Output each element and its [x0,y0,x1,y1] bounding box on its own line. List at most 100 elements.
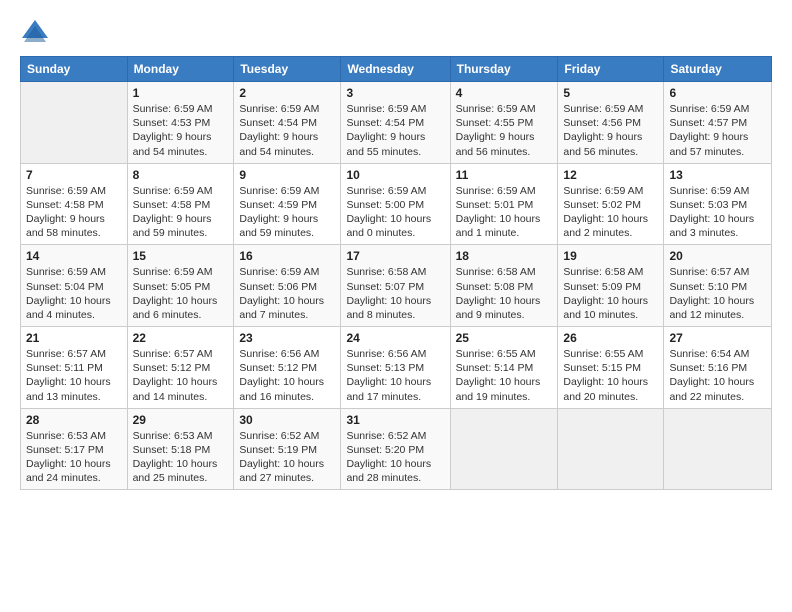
calendar-week-1: 1 Sunrise: 6:59 AMSunset: 4:53 PMDaylight… [21,82,772,164]
day-info: Sunrise: 6:55 AMSunset: 5:14 PMDaylight:… [456,347,553,404]
calendar-cell: 21 Sunrise: 6:57 AMSunset: 5:11 PMDayligh… [21,327,128,409]
calendar-cell: 9Sunrise: 6:59 AMSunset: 4:59 PMDaylight… [234,163,341,245]
calendar-cell: 16Sunrise: 6:59 AMSunset: 5:06 PMDayligh… [234,245,341,327]
calendar-cell: 3 Sunrise: 6:59 AMSunset: 4:54 PMDaylight… [341,82,450,164]
calendar-cell: 25 Sunrise: 6:55 AMSunset: 5:14 PMDayligh… [450,327,558,409]
day-number: 23 [239,331,335,345]
calendar-cell [664,408,772,490]
day-number: 5 [563,86,658,100]
calendar-table: SundayMondayTuesdayWednesdayThursdayFrid… [20,56,772,490]
day-info: Sunrise: 6:58 AMSunset: 5:08 PMDaylight:… [456,265,553,322]
day-info: Sunrise: 6:52 AMSunset: 5:19 PMDaylight:… [239,429,335,486]
calendar-cell: 8 Sunrise: 6:59 AMSunset: 4:58 PMDaylight… [127,163,234,245]
header [20,18,772,46]
calendar-cell: 15 Sunrise: 6:59 AMSunset: 5:05 PMDayligh… [127,245,234,327]
calendar-cell: 30 Sunrise: 6:52 AMSunset: 5:19 PMDayligh… [234,408,341,490]
day-number: 21 [26,331,122,345]
day-number: 10 [346,168,444,182]
day-number: 6 [669,86,766,100]
calendar-cell: 17Sunrise: 6:58 AMSunset: 5:07 PMDayligh… [341,245,450,327]
calendar-cell: 4 Sunrise: 6:59 AMSunset: 4:55 PMDaylight… [450,82,558,164]
calendar-cell: 6 Sunrise: 6:59 AMSunset: 4:57 PMDaylight… [664,82,772,164]
calendar-cell: 7 Sunrise: 6:59 AMSunset: 4:58 PMDaylight… [21,163,128,245]
day-number: 3 [346,86,444,100]
day-info: Sunrise: 6:59 AMSunset: 5:01 PMDaylight:… [456,184,553,241]
weekday-header-saturday: Saturday [664,57,772,82]
day-info: Sunrise: 6:59 AMSunset: 4:54 PMDaylight:… [239,102,335,159]
day-info: Sunrise: 6:55 AMSunset: 5:15 PMDaylight:… [563,347,658,404]
day-info: Sunrise: 6:59 AMSunset: 4:53 PMDaylight:… [133,102,229,159]
day-info: Sunrise: 6:53 AMSunset: 5:17 PMDaylight:… [26,429,122,486]
day-number: 18 [456,249,553,263]
calendar-week-3: 14Sunrise: 6:59 AMSunset: 5:04 PMDayligh… [21,245,772,327]
calendar-week-2: 7 Sunrise: 6:59 AMSunset: 4:58 PMDaylight… [21,163,772,245]
day-info: Sunrise: 6:53 AMSunset: 5:18 PMDaylight:… [133,429,229,486]
day-info: Sunrise: 6:59 AMSunset: 4:55 PMDaylight:… [456,102,553,159]
day-number: 8 [133,168,229,182]
logo-icon [20,18,50,46]
calendar-cell [558,408,664,490]
calendar-cell: 5 Sunrise: 6:59 AMSunset: 4:56 PMDaylight… [558,82,664,164]
day-info: Sunrise: 6:59 AMSunset: 4:54 PMDaylight:… [346,102,444,159]
day-info: Sunrise: 6:59 AMSunset: 4:57 PMDaylight:… [669,102,766,159]
calendar-header: SundayMondayTuesdayWednesdayThursdayFrid… [21,57,772,82]
day-number: 15 [133,249,229,263]
calendar-cell: 22Sunrise: 6:57 AMSunset: 5:12 PMDayligh… [127,327,234,409]
day-info: Sunrise: 6:59 AMSunset: 4:56 PMDaylight:… [563,102,658,159]
calendar-cell [21,82,128,164]
calendar-cell: 19 Sunrise: 6:58 AMSunset: 5:09 PMDayligh… [558,245,664,327]
day-info: Sunrise: 6:57 AMSunset: 5:10 PMDaylight:… [669,265,766,322]
calendar-cell [450,408,558,490]
day-number: 4 [456,86,553,100]
calendar-cell: 1 Sunrise: 6:59 AMSunset: 4:53 PMDaylight… [127,82,234,164]
day-info: Sunrise: 6:59 AMSunset: 5:04 PMDaylight:… [26,265,122,322]
day-number: 7 [26,168,122,182]
calendar-cell: 29 Sunrise: 6:53 AMSunset: 5:18 PMDayligh… [127,408,234,490]
day-number: 29 [133,413,229,427]
day-info: Sunrise: 6:54 AMSunset: 5:16 PMDaylight:… [669,347,766,404]
day-info: Sunrise: 6:59 AMSunset: 5:02 PMDaylight:… [563,184,658,241]
day-info: Sunrise: 6:59 AMSunset: 4:59 PMDaylight:… [239,184,335,241]
weekday-header-row: SundayMondayTuesdayWednesdayThursdayFrid… [21,57,772,82]
calendar-cell: 31 Sunrise: 6:52 AMSunset: 5:20 PMDayligh… [341,408,450,490]
calendar-week-5: 28 Sunrise: 6:53 AMSunset: 5:17 PMDayligh… [21,408,772,490]
calendar-cell: 28 Sunrise: 6:53 AMSunset: 5:17 PMDayligh… [21,408,128,490]
day-number: 31 [346,413,444,427]
day-number: 26 [563,331,658,345]
day-number: 13 [669,168,766,182]
calendar-body: 1 Sunrise: 6:59 AMSunset: 4:53 PMDaylight… [21,82,772,490]
day-number: 2 [239,86,335,100]
calendar-cell: 14Sunrise: 6:59 AMSunset: 5:04 PMDayligh… [21,245,128,327]
day-number: 1 [133,86,229,100]
weekday-header-thursday: Thursday [450,57,558,82]
day-info: Sunrise: 6:57 AMSunset: 5:11 PMDaylight:… [26,347,122,404]
day-info: Sunrise: 6:58 AMSunset: 5:07 PMDaylight:… [346,265,444,322]
day-number: 30 [239,413,335,427]
calendar-cell: 27Sunrise: 6:54 AMSunset: 5:16 PMDayligh… [664,327,772,409]
calendar-cell: 26 Sunrise: 6:55 AMSunset: 5:15 PMDayligh… [558,327,664,409]
day-info: Sunrise: 6:52 AMSunset: 5:20 PMDaylight:… [346,429,444,486]
calendar-cell: 13 Sunrise: 6:59 AMSunset: 5:03 PMDayligh… [664,163,772,245]
weekday-header-friday: Friday [558,57,664,82]
calendar-week-4: 21 Sunrise: 6:57 AMSunset: 5:11 PMDayligh… [21,327,772,409]
weekday-header-monday: Monday [127,57,234,82]
weekday-header-sunday: Sunday [21,57,128,82]
day-info: Sunrise: 6:58 AMSunset: 5:09 PMDaylight:… [563,265,658,322]
day-info: Sunrise: 6:59 AMSunset: 5:06 PMDaylight:… [239,265,335,322]
day-number: 19 [563,249,658,263]
day-number: 25 [456,331,553,345]
day-info: Sunrise: 6:59 AMSunset: 4:58 PMDaylight:… [133,184,229,241]
day-info: Sunrise: 6:59 AMSunset: 4:58 PMDaylight:… [26,184,122,241]
day-info: Sunrise: 6:59 AMSunset: 5:00 PMDaylight:… [346,184,444,241]
day-number: 22 [133,331,229,345]
day-number: 28 [26,413,122,427]
day-info: Sunrise: 6:59 AMSunset: 5:03 PMDaylight:… [669,184,766,241]
page-container: SundayMondayTuesdayWednesdayThursdayFrid… [0,0,792,500]
day-info: Sunrise: 6:59 AMSunset: 5:05 PMDaylight:… [133,265,229,322]
day-info: Sunrise: 6:56 AMSunset: 5:12 PMDaylight:… [239,347,335,404]
calendar-cell: 2 Sunrise: 6:59 AMSunset: 4:54 PMDaylight… [234,82,341,164]
calendar-cell: 24Sunrise: 6:56 AMSunset: 5:13 PMDayligh… [341,327,450,409]
day-info: Sunrise: 6:56 AMSunset: 5:13 PMDaylight:… [346,347,444,404]
calendar-cell: 12Sunrise: 6:59 AMSunset: 5:02 PMDayligh… [558,163,664,245]
day-number: 20 [669,249,766,263]
